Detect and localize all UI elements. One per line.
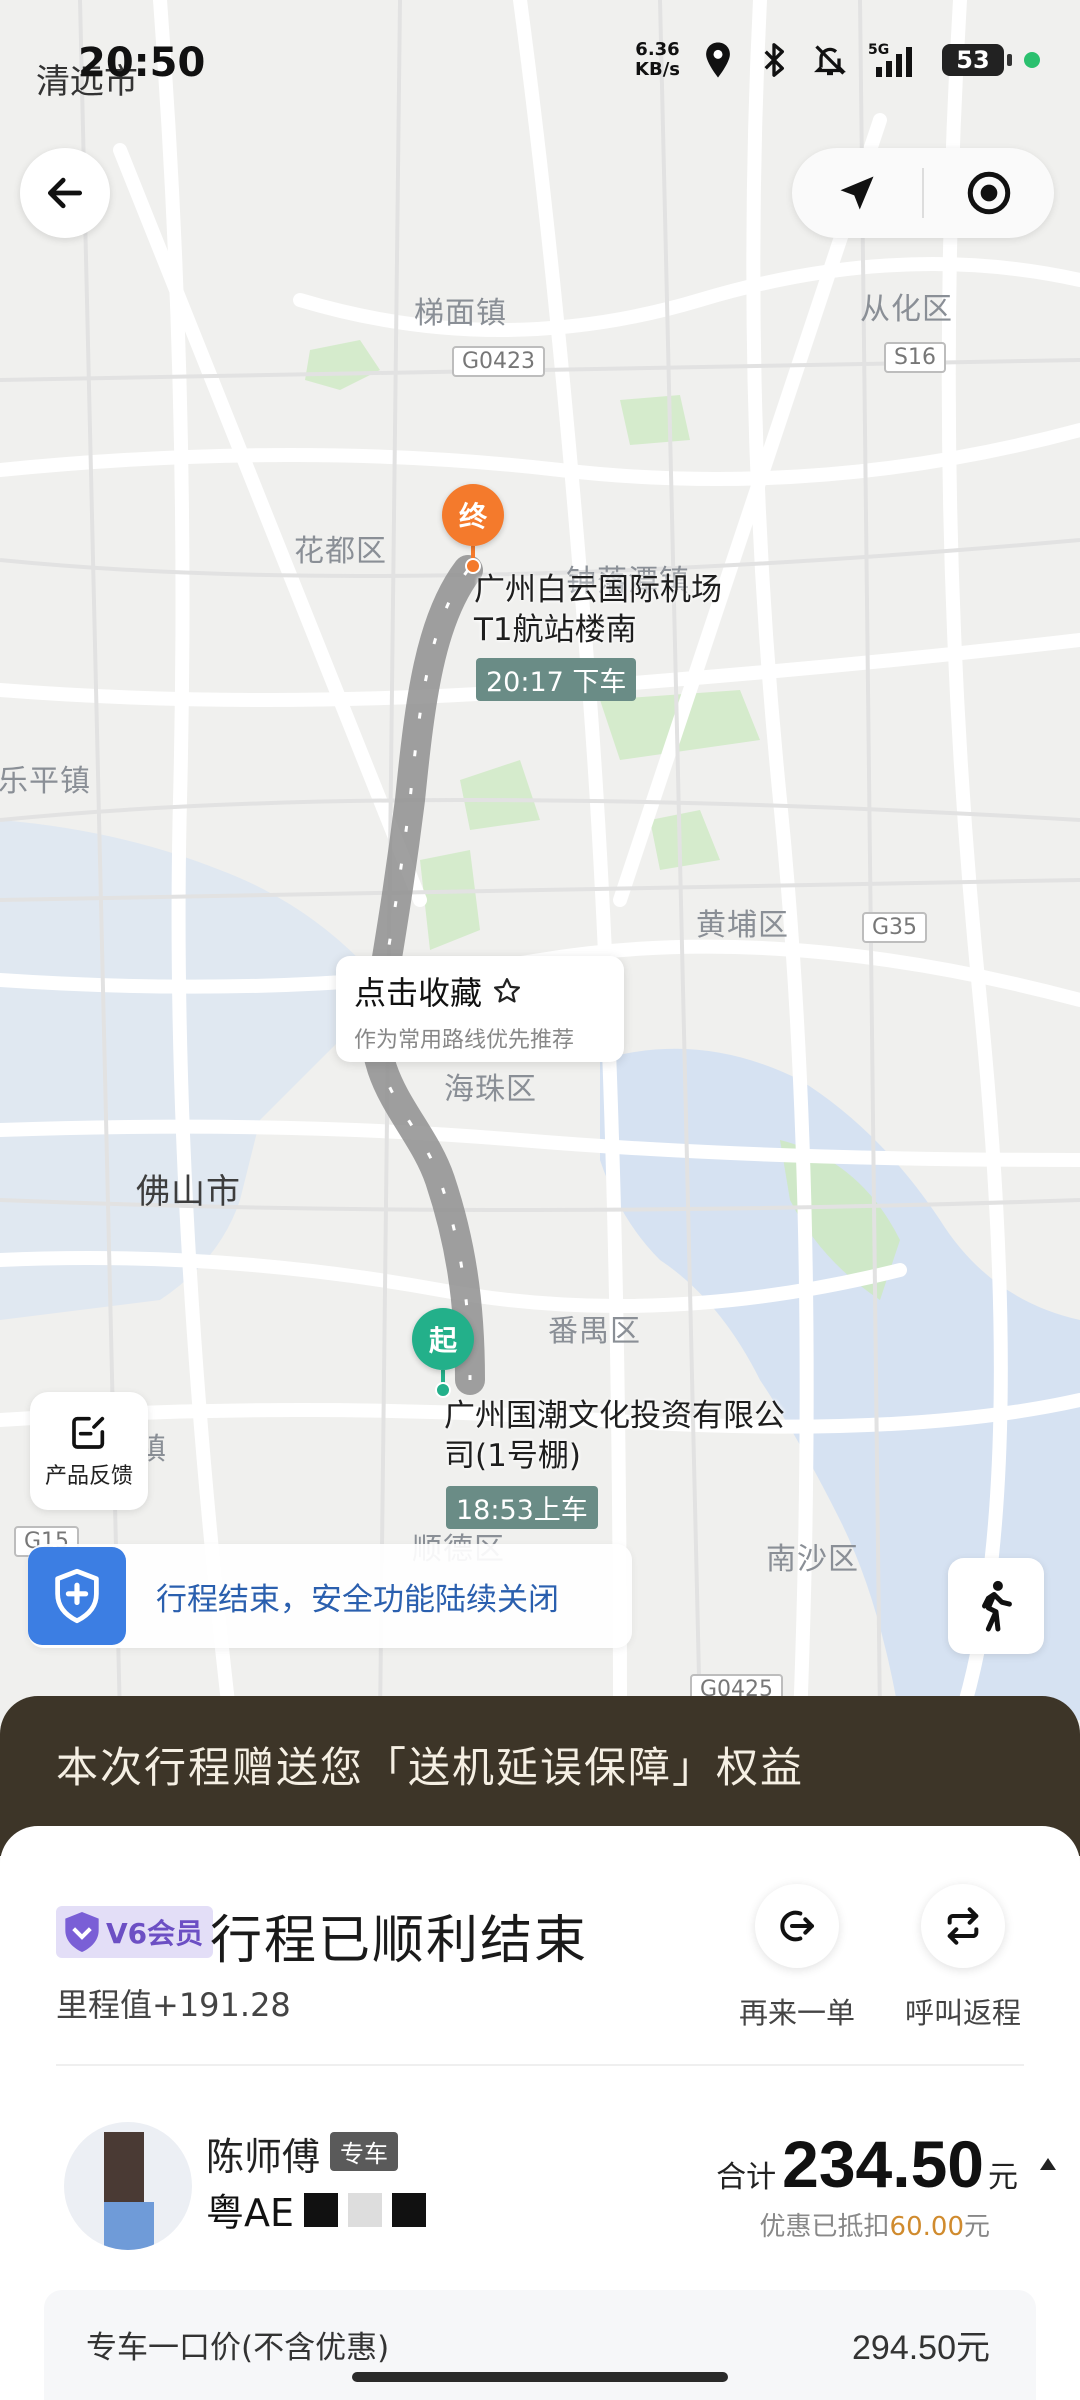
battery-indicator: 53 <box>942 44 1012 76</box>
discount-prefix: 优惠已抵扣 <box>759 2212 890 2242</box>
expand-caret-icon[interactable] <box>1040 2158 1056 2170</box>
map-label-nansha: 南沙区 <box>766 1542 859 1577</box>
signal-5g-icon: 5G <box>868 42 922 78</box>
shield-plus-icon <box>28 1547 126 1645</box>
walking-navigation-button[interactable] <box>948 1558 1044 1654</box>
road-shield-g35: G35 <box>862 912 928 943</box>
avatar-shirt <box>104 2202 154 2250</box>
map-label-haizhu: 海珠区 <box>444 1072 537 1107</box>
feedback-label: 产品反馈 <box>44 1464 133 1489</box>
safety-banner[interactable]: 行程结束，安全功能陆续关闭 <box>28 1544 632 1648</box>
arrow-left-icon <box>47 177 83 209</box>
road-shield-s16: S16 <box>884 342 946 373</box>
feedback-edit-icon <box>72 1416 105 1449</box>
end-pin[interactable]: 终 <box>442 484 504 546</box>
discount-amount: 60.00 <box>889 2212 964 2242</box>
plate-redaction <box>348 2192 383 2227</box>
start-place-name: 广州国潮文化投资有限公 司(1号棚) <box>444 1396 785 1476</box>
locate-button[interactable] <box>792 148 922 238</box>
trip-summary-sheet: V6会员 行程已顺利结束 里程值+191.28 再来一单 呼叫返程 陈师傅 专车… <box>0 1826 1080 2400</box>
fare-item-name: 专车一口价(不含优惠) <box>86 2330 390 2366</box>
map-label-huadu: 花都区 <box>294 534 387 569</box>
status-bar: 清远市 20:50 6.36 KB/s 5G 53 <box>0 0 1080 130</box>
plate-redaction <box>304 2192 339 2227</box>
mute-bell-icon <box>812 42 848 78</box>
fare-item-value: 294.50元 <box>852 2329 990 2367</box>
start-place-line1: 广州国潮文化投资有限公 <box>444 1398 785 1434</box>
return-trip-icon <box>921 1884 1005 1968</box>
safety-text: 行程结束，安全功能陆续关闭 <box>156 1581 559 1618</box>
status-time: 20:50 <box>78 40 206 86</box>
network-speed-unit: KB/s <box>635 59 680 80</box>
location-icon <box>700 42 736 78</box>
promo-text: 本次行程赠送您「送机延误保障」权益 <box>56 1743 805 1792</box>
back-button[interactable] <box>20 148 110 238</box>
discount-unit: 元 <box>963 2212 990 2242</box>
network-speed-value: 6.36 <box>635 39 680 60</box>
road-shield-g0423: G0423 <box>452 346 546 377</box>
map-label-foshan: 佛山市 <box>136 1172 241 1212</box>
map-label-huangpu: 黄埔区 <box>696 908 789 943</box>
trip-status-title: 行程已顺利结束 <box>210 1911 589 1971</box>
map-label-leping: 乐平镇 <box>0 764 91 799</box>
plate-redaction <box>392 2192 427 2227</box>
svg-text:5G: 5G <box>868 42 889 58</box>
favorite-route-bubble[interactable]: 点击收藏 作为常用路线优先推荐 <box>336 956 624 1062</box>
return-trip-label: 呼叫返程 <box>904 1996 1021 2030</box>
start-pin[interactable]: 起 <box>412 1308 474 1370</box>
route-map[interactable]: 梯面镇 从化区 花都区 钟落潭镇 乐平镇 黄埔区 海珠区 佛山市 番禺区 南沙区… <box>0 0 1080 1720</box>
license-plate: 粤AE <box>206 2182 427 2237</box>
map-label-conghua: 从化区 <box>860 292 953 327</box>
driver-avatar[interactable] <box>64 2122 192 2250</box>
service-type-tag: 专车 <box>330 2132 398 2171</box>
vip-shield-icon <box>65 1912 99 1952</box>
driver-name: 陈师傅 <box>206 2135 321 2179</box>
reorder-label: 再来一单 <box>738 1996 855 2030</box>
discount-info: 优惠已抵扣60.00元 <box>760 2206 990 2243</box>
end-time-tag: 20:17 下车 <box>476 658 637 701</box>
home-indicator[interactable] <box>352 2372 728 2382</box>
total-label: 合计 <box>716 2160 777 2195</box>
fare-breakdown: 专车一口价(不含优惠) 294.50元 <box>44 2290 1036 2400</box>
end-place-name: 广州白云国际机场 T1航站楼南 <box>474 570 722 650</box>
map-label-timian: 梯面镇 <box>414 296 507 331</box>
vip-label: V6会员 <box>106 1917 204 1950</box>
navigation-arrow-icon <box>840 176 874 210</box>
reorder-icon <box>755 1884 839 1968</box>
start-time-tag: 18:53上车 <box>446 1486 598 1529</box>
privacy-indicator-dot <box>1024 52 1040 68</box>
vip-badge[interactable]: V6会员 <box>56 1906 214 1958</box>
favorite-title-row: 点击收藏 <box>354 968 606 1014</box>
bluetooth-icon <box>756 42 792 78</box>
star-icon <box>494 978 521 1003</box>
section-divider <box>56 2064 1024 2066</box>
plate-prefix: 粤AE <box>206 2191 295 2235</box>
end-place-line2: T1航站楼南 <box>474 612 637 648</box>
walking-person-icon <box>982 1580 1012 1632</box>
network-speed: 6.36 KB/s <box>635 40 680 80</box>
favorite-subtitle: 作为常用路线优先推荐 <box>354 1028 575 1053</box>
product-feedback-button[interactable]: 产品反馈 <box>30 1392 148 1510</box>
recenter-button[interactable] <box>924 148 1054 238</box>
status-icons: 6.36 KB/s 5G 53 <box>635 40 1040 80</box>
start-place-line2: 司(1号棚) <box>444 1438 581 1474</box>
favorite-title: 点击收藏 <box>354 974 483 1012</box>
total-price[interactable]: 合计 234.50 元 <box>716 2126 1018 2202</box>
reorder-action[interactable]: 再来一单 <box>732 1884 862 2032</box>
total-amount: 234.50 <box>782 2127 984 2201</box>
map-label-panyu: 番禺区 <box>548 1314 641 1349</box>
total-unit: 元 <box>988 2160 1018 2195</box>
target-icon <box>967 171 1011 215</box>
end-place-line1: 广州白云国际机场 <box>474 572 722 608</box>
return-trip-action[interactable]: 呼叫返程 <box>898 1884 1028 2032</box>
mileage-points: 里程值+191.28 <box>56 1986 291 2024</box>
map-controls <box>792 148 1054 238</box>
